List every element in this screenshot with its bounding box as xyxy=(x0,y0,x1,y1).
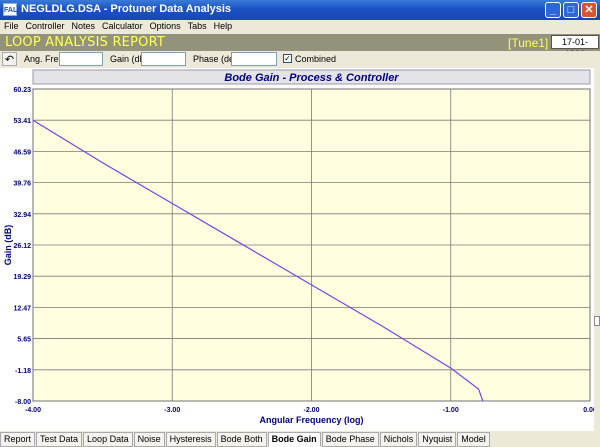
close-button[interactable]: ✕ xyxy=(581,2,597,18)
menu-options[interactable]: Options xyxy=(146,20,184,33)
minimize-button[interactable]: _ xyxy=(545,2,561,18)
app-icon: FALL xyxy=(3,3,22,16)
tab-nichols[interactable]: Nichols xyxy=(379,432,418,447)
menu-calculator[interactable]: Calculator xyxy=(98,20,146,33)
readout-toolbar: ↶ Ang. Freq. Gain (dB) Phase (deg) ✓ Com… xyxy=(0,51,600,68)
tab-model[interactable]: Model xyxy=(457,432,490,447)
tab-bode-gain[interactable]: Bode Gain xyxy=(267,432,321,447)
menu-controller[interactable]: Controller xyxy=(22,20,68,33)
tab-loop-data[interactable]: Loop Data xyxy=(83,432,133,447)
window-title: NEGLDLG.DSA - Protuner Data Analysis xyxy=(21,3,232,15)
chart-title: Bode Gain - Process & Controller xyxy=(224,72,399,84)
maximize-button[interactable]: □ xyxy=(563,2,579,18)
check-mark-icon: ✓ xyxy=(284,54,291,63)
y-tick-label: 19.29 xyxy=(13,274,31,281)
x-tick-label: -2.00 xyxy=(304,407,320,414)
tab-noise[interactable]: Noise xyxy=(133,432,165,447)
combined-label: Combined xyxy=(295,54,337,64)
x-axis-label: Angular Frequency (log) xyxy=(259,415,363,425)
tab-bode-phase[interactable]: Bode Phase xyxy=(321,432,379,447)
y-tick-label: 53.41 xyxy=(13,118,31,125)
phase-field[interactable] xyxy=(231,52,277,66)
y-tick-label: 46.59 xyxy=(13,149,31,156)
y-tick-label: 5.65 xyxy=(17,337,31,344)
y-tick-label: 12.47 xyxy=(13,305,31,312)
undo-icon[interactable]: ↶ xyxy=(2,52,17,66)
x-tick-label: -1.00 xyxy=(443,407,459,414)
y-tick-label: 26.12 xyxy=(13,243,31,250)
tab-hysteresis[interactable]: Hysteresis xyxy=(165,432,216,447)
tab-bode-both[interactable]: Bode Both xyxy=(216,432,267,447)
tab-test-data[interactable]: Test Data xyxy=(36,432,83,447)
x-tick-label: -4.00 xyxy=(25,407,41,414)
menu-bar: File Controller Notes Calculator Options Tabs… xyxy=(0,20,600,33)
report-date: 17-01-1990 xyxy=(551,35,599,59)
tab-nyquist[interactable]: Nyquist xyxy=(418,432,457,447)
title-bar: FALL NEGLDLG.DSA - Protuner Data Analysi… xyxy=(0,0,600,20)
gain-field[interactable] xyxy=(141,52,186,66)
tab-bar: Report Test Data Loop Data Noise Hysteresis B… xyxy=(0,431,600,447)
x-tick-label: -3.00 xyxy=(164,407,180,414)
y-tick-label: 32.94 xyxy=(13,212,31,219)
menu-notes[interactable]: Notes xyxy=(68,20,99,33)
splitter-handle[interactable] xyxy=(594,316,600,326)
y-tick-label: -8.00 xyxy=(15,399,31,406)
y-tick-label: -1.18 xyxy=(15,368,31,375)
report-header: LOOP ANALYSIS REPORT [Tune1] 17-01-1990 xyxy=(0,34,600,59)
report-title: LOOP ANALYSIS REPORT xyxy=(5,35,165,50)
right-edge xyxy=(594,68,600,431)
tab-report[interactable]: Report xyxy=(0,432,36,447)
menu-help[interactable]: Help xyxy=(210,20,236,33)
tune-label: [Tune1] xyxy=(508,36,549,50)
chart-area: Bode Gain - Process & Controller 60.23 53.… xyxy=(0,68,597,431)
y-tick-label: 39.76 xyxy=(13,181,31,188)
menu-tabs[interactable]: Tabs xyxy=(184,20,210,33)
y-axis-label: Gain (dB) xyxy=(3,225,13,266)
freq-field[interactable] xyxy=(59,52,103,66)
menu-file[interactable]: File xyxy=(0,20,22,33)
y-tick-label: 60.23 xyxy=(13,87,31,94)
combined-checkbox[interactable]: ✓ xyxy=(283,54,292,63)
bode-gain-chart: Bode Gain - Process & Controller 60.23 53.… xyxy=(3,69,597,425)
x-tick-label: 0.00 xyxy=(583,407,594,414)
